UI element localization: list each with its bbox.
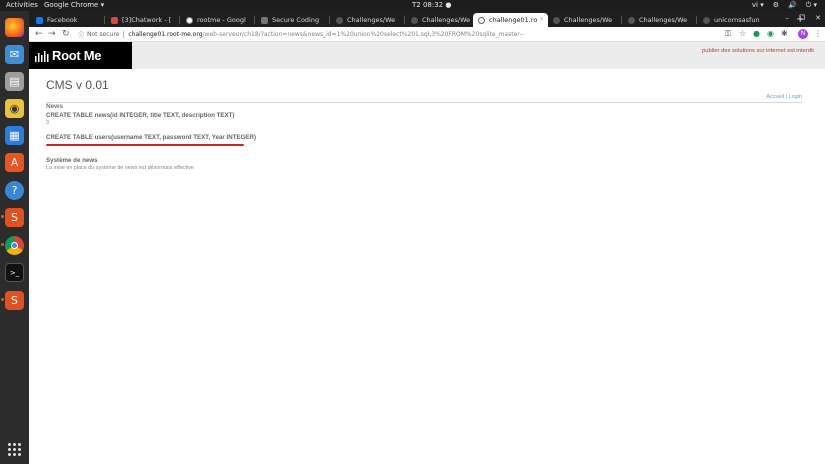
tab-challenges-4[interactable]: Challenges/We bbox=[623, 13, 695, 27]
writer-icon[interactable]: ▦ bbox=[5, 126, 24, 145]
news-item-body: 3 bbox=[46, 120, 49, 126]
terminal-icon[interactable]: >_ bbox=[5, 263, 24, 282]
menu-icon[interactable]: ⋮ bbox=[814, 29, 822, 38]
system-tray[interactable]: vi ▾ ⚙ 🔊 ⏻ ▾ bbox=[752, 1, 817, 10]
divider bbox=[46, 102, 802, 103]
minimize-button[interactable]: – bbox=[785, 14, 789, 22]
close-tab-icon[interactable]: ✕ bbox=[539, 16, 544, 23]
address-bar[interactable]: ⓘ Not secure challenge01.root-me.org/web… bbox=[78, 28, 756, 41]
warning-banner: publier des solutions sur internet est i… bbox=[702, 48, 814, 54]
page-icon bbox=[703, 16, 710, 24]
tab-challenges-2[interactable]: Challenges/We bbox=[406, 13, 478, 27]
star-icon[interactable]: ☆ bbox=[739, 29, 746, 38]
close-window-button[interactable]: ✕ bbox=[815, 14, 821, 22]
tab-google-search[interactable]: rootme - Googl bbox=[181, 13, 253, 27]
red-underline-annotation bbox=[46, 144, 244, 146]
extension-icon[interactable]: ● bbox=[753, 29, 760, 38]
input-method-indicator[interactable]: vi ▾ bbox=[752, 1, 764, 10]
page-icon bbox=[553, 16, 560, 24]
page-icon bbox=[261, 16, 268, 24]
info-icon[interactable]: ⓘ bbox=[78, 30, 84, 39]
power-icon[interactable]: ⏻ ▾ bbox=[806, 1, 817, 10]
sublime-text-icon[interactable]: S bbox=[1, 208, 24, 227]
tab-challenge01-active[interactable]: challenge01.ro ✕ bbox=[473, 13, 548, 27]
key-icon[interactable]: ⚿ bbox=[725, 29, 731, 39]
system-news-body: La mise en place du système de news est … bbox=[46, 165, 194, 171]
facebook-icon bbox=[36, 16, 43, 24]
page-icon bbox=[411, 16, 418, 24]
system-news-title[interactable]: Système de news bbox=[46, 157, 98, 164]
activities-button[interactable]: Activities bbox=[6, 1, 38, 9]
page-title: CMS v 0.01 bbox=[46, 78, 109, 92]
window-controls: – ❐ ✕ bbox=[785, 14, 821, 22]
url-host: challenge01.root-me.org bbox=[128, 31, 203, 38]
network-icon[interactable]: ⚙ bbox=[773, 1, 779, 10]
chat-extension-icon[interactable]: ◉ bbox=[767, 29, 774, 38]
logo-bars-icon bbox=[35, 51, 49, 62]
sublime-text-icon-2[interactable]: S bbox=[1, 291, 24, 310]
dock: ✉ ▤ ◉ ▦ A ? S >_ S bbox=[0, 11, 29, 464]
rhythmbox-icon[interactable]: ◉ bbox=[5, 99, 24, 118]
tab-strip: Facebook [3]Chatwork - [ rootme - Googl … bbox=[29, 11, 825, 27]
thunderbird-icon[interactable]: ✉ bbox=[5, 45, 24, 64]
tab-unicorns[interactable]: unicornsasfun bbox=[698, 13, 770, 27]
tab-challenges-1[interactable]: Challenges/We bbox=[331, 13, 403, 27]
files-icon[interactable]: ▤ bbox=[5, 72, 24, 91]
reload-icon[interactable]: ↻ bbox=[62, 29, 70, 39]
app-menu[interactable]: Google Chrome ▾ bbox=[44, 1, 104, 9]
maximize-button[interactable]: ❐ bbox=[799, 14, 805, 22]
site-header: Root Me publier des solutions sur intern… bbox=[29, 42, 825, 69]
web-page: Root Me publier des solutions sur intern… bbox=[29, 42, 825, 464]
clock[interactable]: T2 08:32 ● bbox=[412, 1, 451, 9]
help-icon[interactable]: ? bbox=[5, 181, 24, 200]
nav-links[interactable]: Accueil | Login bbox=[766, 94, 802, 100]
tab-secure-coding[interactable]: Secure Coding bbox=[256, 13, 328, 27]
forward-icon[interactable]: → bbox=[48, 29, 56, 39]
volume-icon[interactable]: 🔊 bbox=[788, 1, 797, 10]
users-item-title[interactable]: CREATE TABLE users(username TEXT, passwo… bbox=[46, 134, 256, 141]
software-center-icon[interactable]: A bbox=[5, 153, 24, 172]
browser-toolbar: ← → ↻ ⓘ Not secure challenge01.root-me.o… bbox=[29, 27, 825, 42]
page-icon bbox=[628, 16, 635, 24]
show-applications-icon[interactable] bbox=[8, 443, 21, 456]
tab-facebook[interactable]: Facebook bbox=[31, 13, 103, 27]
firefox-icon[interactable] bbox=[5, 18, 24, 37]
puzzle-icon[interactable]: ✱ bbox=[781, 29, 788, 38]
chatwork-icon bbox=[111, 16, 118, 24]
chrome-icon[interactable] bbox=[1, 236, 24, 255]
tab-chatwork[interactable]: [3]Chatwork - [ bbox=[106, 13, 178, 27]
google-icon bbox=[186, 16, 193, 24]
logo-text: Root Me bbox=[52, 48, 102, 63]
profile-avatar[interactable]: N bbox=[798, 29, 808, 39]
globe-icon bbox=[478, 16, 485, 24]
news-item-title[interactable]: CREATE TABLE news(id INTEGER, title TEXT… bbox=[46, 112, 235, 119]
news-heading: News bbox=[46, 103, 63, 110]
url-path: /web-serveur/ch18/?action=news&news_id=1… bbox=[202, 31, 524, 38]
not-secure-label: Not secure bbox=[87, 31, 120, 38]
back-icon[interactable]: ← bbox=[35, 29, 43, 39]
page-icon bbox=[336, 16, 343, 24]
tab-challenges-3[interactable]: Challenges/We bbox=[548, 13, 620, 27]
root-me-logo[interactable]: Root Me bbox=[29, 42, 132, 69]
system-top-bar: Activities Google Chrome ▾ T2 08:32 ● vi… bbox=[0, 0, 825, 11]
